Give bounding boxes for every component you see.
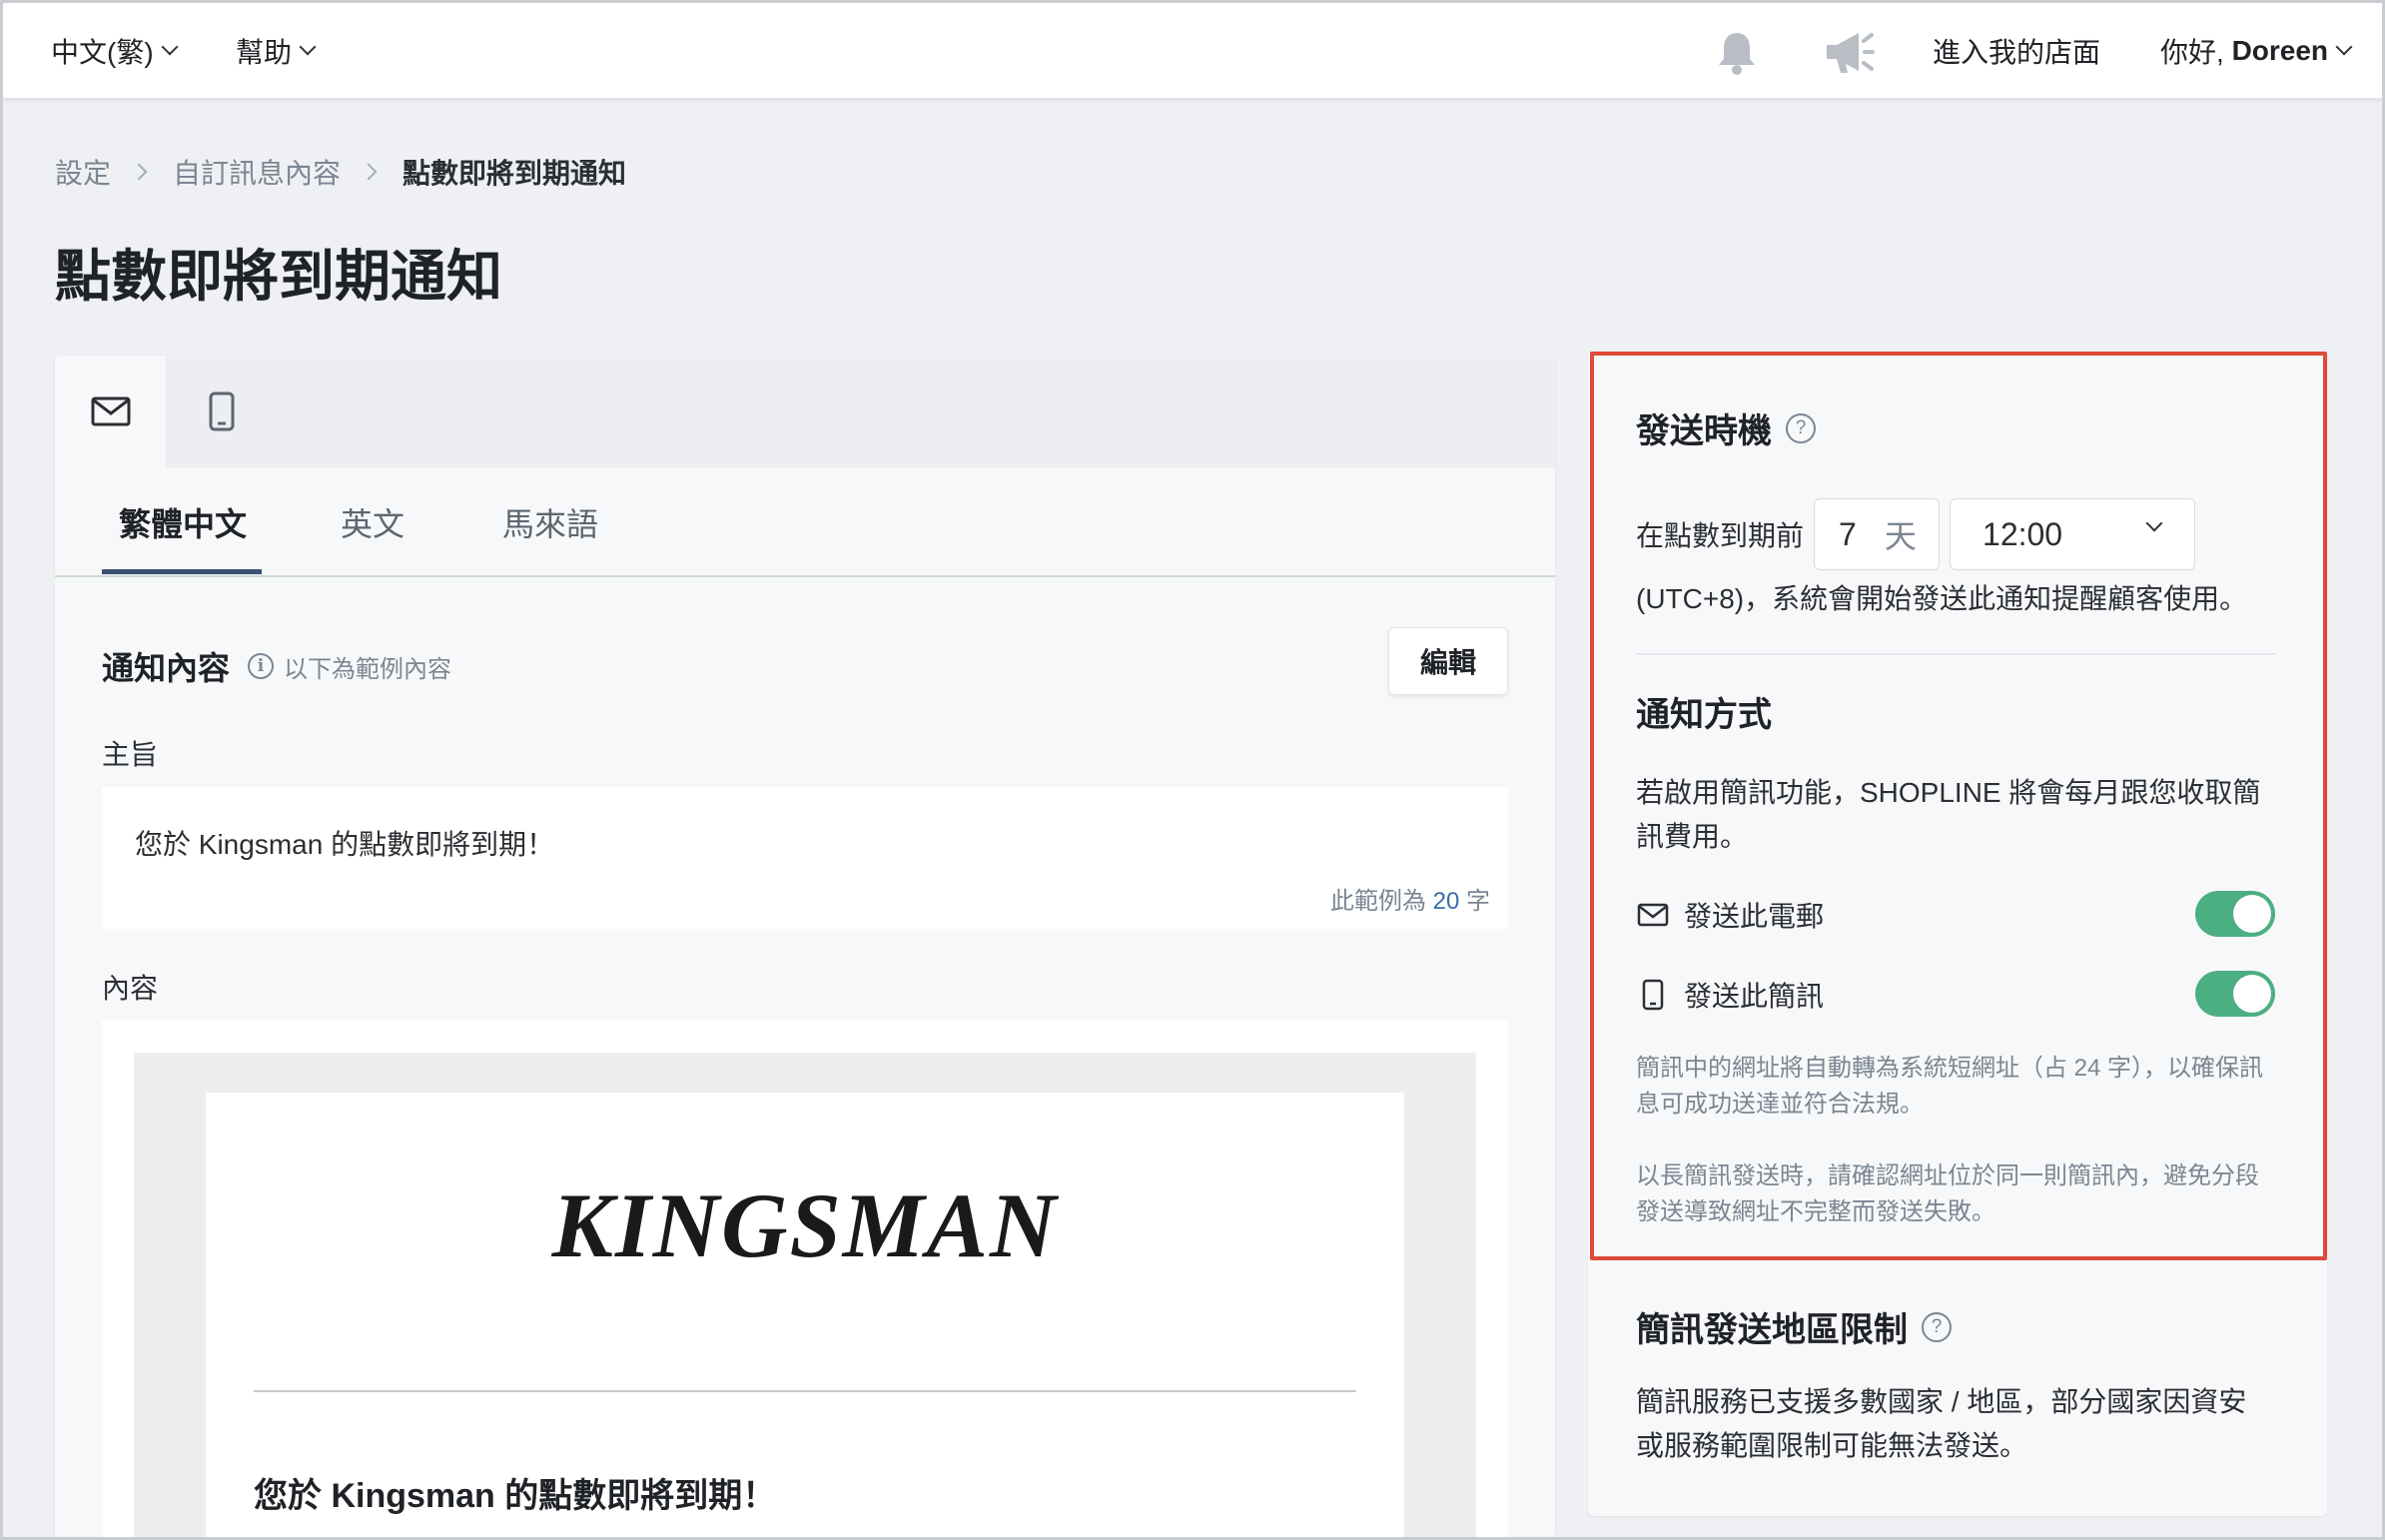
timing-heading: 發送時機 ? <box>1636 403 1816 452</box>
tab-traditional-chinese[interactable]: 繁體中文 <box>119 467 247 577</box>
message-content-card: 繁體中文 英文 馬來語 通知內容 i 以下為範例內容 編輯 主旨 您於 King… <box>55 356 1555 1540</box>
channel-tabs <box>55 356 1555 467</box>
region-title: 簡訊發送地區限制 <box>1636 1311 1908 1349</box>
character-count: 此範例為 20 字 <box>1330 881 1490 916</box>
note-line: 以長簡訊發送時，請確認網址位於同一則簡訊內，避免分段 <box>1636 1162 2259 1189</box>
help-menu[interactable]: 幫助 <box>236 3 317 99</box>
method-description: 若啟用簡訊功能，SHOPLINE 將會每月跟您收取簡 訊費用。 <box>1636 771 2260 859</box>
breadcrumb-item-settings[interactable]: 設定 <box>55 152 111 192</box>
help-circle-icon[interactable]: ? <box>1786 412 1816 443</box>
chevron-down-icon <box>299 38 317 56</box>
language-menu[interactable]: 中文(繁) <box>51 3 179 99</box>
body-label: 內容 <box>102 973 159 1004</box>
region-description-line: 簡訊服務已支援多數國家 / 地區，部分國家因資安 <box>1636 1386 2247 1417</box>
breadcrumb: 設定 自訂訊息內容 點數即將到期通知 <box>55 152 626 192</box>
megaphone-icon[interactable] <box>1823 27 1875 77</box>
chevron-down-icon <box>2145 514 2163 532</box>
timing-prefix: 在點數到期前 <box>1636 520 1805 551</box>
timing-suffix: (UTC+8)，系統會開始發送此通知提醒顧客使用。 <box>1636 583 2248 614</box>
user-menu[interactable]: 你好, Doreen <box>2160 3 2353 99</box>
days-input[interactable]: 7 天 <box>1814 498 1941 570</box>
mobile-icon <box>209 391 234 431</box>
enter-store-label: 進入我的店面 <box>1933 37 2101 68</box>
user-name: Doreen <box>2231 35 2329 66</box>
tab-english[interactable]: 英文 <box>341 467 404 577</box>
email-body-preview: KINGSMAN 您於 Kingsman 的點數即將到期！ <box>102 1021 1508 1540</box>
email-icon <box>91 396 130 426</box>
help-label: 幫助 <box>236 37 293 68</box>
long-sms-note: 以長簡訊發送時，請確認網址位於同一則簡訊內，避免分段 發送導致網址不完整而發送失… <box>1636 1158 2285 1230</box>
edit-button[interactable]: 編輯 <box>1388 627 1508 695</box>
note-line: 簡訊中的網址將自動轉為系統短網址（占 24 字），以確保訊 <box>1636 1055 2264 1082</box>
method-description-line: 若啟用簡訊功能，SHOPLINE 將會每月跟您收取簡 <box>1636 777 2261 808</box>
section-title: 通知內容 <box>102 650 231 686</box>
tab-email[interactable] <box>55 356 166 467</box>
days-value: 7 <box>1839 515 1857 552</box>
page-title: 點數即將到期通知 <box>55 245 502 308</box>
breadcrumb-current: 點數即將到期通知 <box>402 158 627 189</box>
region-description-line: 或服務範圍限制可能無法發送。 <box>1636 1430 2028 1461</box>
settings-card: 發送時機 ? 在點數到期前 7 天 12:00 (UTC+8)，系統會開始發送此… <box>1588 352 2327 1516</box>
divider <box>1636 653 2275 655</box>
method-title: 通知方式 <box>1636 696 1772 734</box>
method-description-line: 訊費用。 <box>1636 821 1749 852</box>
email-toggle-switch[interactable] <box>2195 891 2275 937</box>
active-tab-indicator <box>102 569 262 574</box>
tab-malay[interactable]: 馬來語 <box>502 467 598 577</box>
region-heading: 簡訊發送地區限制 ? <box>1636 1302 1952 1351</box>
divider <box>254 1390 1356 1392</box>
method-heading: 通知方式 <box>1636 687 1772 736</box>
email-heading: 您於 Kingsman 的點數即將到期！ <box>254 1477 777 1515</box>
tab-sms[interactable] <box>166 356 277 467</box>
notification-content-heading: 通知內容 i 以下為範例內容 <box>102 643 451 689</box>
count-value: 20 <box>1432 888 1460 915</box>
email-icon <box>1636 898 1670 932</box>
count-prefix: 此範例為 <box>1329 888 1426 915</box>
email-toggle-row: 發送此電郵 <box>1636 889 2275 941</box>
region-description: 簡訊服務已支援多數國家 / 地區，部分國家因資安 或服務範圍限制可能無法發送。 <box>1636 1380 2246 1468</box>
subject-value: 您於 Kingsman 的點數即將到期！ <box>135 829 555 860</box>
top-navigation-bar: 中文(繁) 幫助 進入我的店面 你好, Doreen <box>3 3 2382 99</box>
days-unit: 天 <box>1884 518 1917 554</box>
email-preview-page: KINGSMAN 您於 Kingsman 的點數即將到期！ <box>206 1093 1404 1540</box>
email-preview-frame: KINGSMAN 您於 Kingsman 的點數即將到期！ <box>134 1053 1476 1540</box>
timing-row: 在點數到期前 7 天 12:00 <box>1636 497 2196 571</box>
breadcrumb-item-custom-messages[interactable]: 自訂訊息內容 <box>173 152 341 192</box>
bell-icon[interactable] <box>1713 29 1761 77</box>
language-label: 中文(繁) <box>51 37 154 68</box>
greeting-label: 你好, <box>2160 37 2232 68</box>
email-toggle-label: 發送此電郵 <box>1684 901 1825 932</box>
language-tabs: 繁體中文 英文 馬來語 <box>55 467 1555 577</box>
count-suffix: 字 <box>1466 888 1490 915</box>
brand-logo: KINGSMAN <box>551 1174 1059 1276</box>
chevron-down-icon <box>161 38 179 56</box>
short-url-note: 簡訊中的網址將自動轉為系統短網址（占 24 字），以確保訊 息可成功送達並符合法… <box>1636 1051 2285 1123</box>
switch-knob <box>2233 895 2271 933</box>
switch-knob <box>2233 975 2271 1013</box>
sample-note-text: 以下為範例內容 <box>284 655 452 683</box>
time-value: 12:00 <box>1983 515 2063 552</box>
sms-toggle-label: 發送此簡訊 <box>1684 981 1825 1012</box>
sms-toggle-row: 發送此簡訊 <box>1636 969 2275 1021</box>
enter-store-link[interactable]: 進入我的店面 <box>1933 3 2100 99</box>
timing-title: 發送時機 <box>1636 412 1772 450</box>
time-select[interactable]: 12:00 <box>1950 498 2196 570</box>
chevron-right-icon <box>360 163 378 181</box>
subject-preview: 您於 Kingsman 的點數即將到期！ 此範例為 20 字 <box>102 787 1508 929</box>
note-line: 息可成功送達並符合法規。 <box>1636 1091 1924 1118</box>
chevron-right-icon <box>130 163 148 181</box>
subject-label: 主旨 <box>102 739 159 770</box>
info-icon: i <box>248 653 275 679</box>
chevron-down-icon <box>2335 38 2353 56</box>
help-circle-icon[interactable]: ? <box>1922 1311 1952 1342</box>
note-line: 發送導致網址不完整而發送失敗。 <box>1636 1198 1995 1225</box>
mobile-icon <box>1636 978 1670 1012</box>
sms-toggle-switch[interactable] <box>2195 971 2275 1017</box>
sample-note: i 以下為範例內容 <box>248 649 451 684</box>
